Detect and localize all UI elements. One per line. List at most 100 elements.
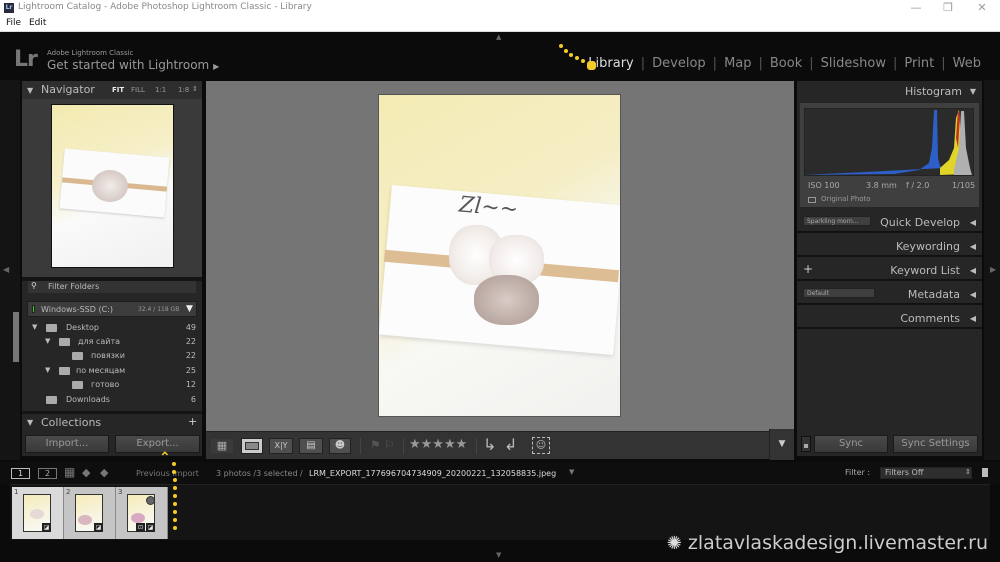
original-photo-label: Original Photo	[821, 195, 871, 203]
main-photo[interactable]: Zl~~	[378, 94, 621, 417]
export-button[interactable]: Export...	[115, 435, 200, 453]
add-keyword-icon[interactable]: +	[803, 262, 813, 276]
collapse-triangle-icon: ▼	[969, 87, 976, 96]
people-view-button[interactable]: ☻	[329, 438, 351, 454]
comments-panel-header[interactable]: Comments ◀	[797, 307, 982, 329]
folder-count: 22	[185, 337, 196, 346]
restore-button[interactable]: ❐	[938, 1, 958, 14]
quick-develop-preset-select[interactable]: Sparkling morn...	[803, 216, 871, 226]
right-panel-toggle-icon[interactable]: ▶	[990, 265, 996, 274]
window-titlebar: Lr Lightroom Catalog - Adobe Photoshop L…	[0, 0, 1000, 17]
source-label[interactable]: Previous Import	[136, 469, 199, 478]
histogram-header[interactable]: Histogram ▼	[797, 81, 982, 99]
metadata-preset-select[interactable]: Default	[803, 288, 875, 298]
folder-row-povyazki[interactable]: повязки 22	[22, 349, 202, 363]
forward-arrow-icon[interactable]: ◆	[100, 466, 108, 479]
quick-develop-panel-header[interactable]: Sparkling morn... Quick Develop ◀	[797, 211, 982, 233]
search-icon: ⚲	[31, 281, 37, 290]
folder-row-dlya-sayta[interactable]: ▼ для сайта 22	[22, 335, 202, 349]
close-button[interactable]: ✕	[972, 1, 992, 14]
volume-header[interactable]: Windows-SSD (C:) 32.4 / 118 GB ▼	[27, 301, 197, 317]
grid-icon[interactable]: ▦	[64, 465, 75, 479]
collapse-triangle-icon: ▼	[27, 86, 34, 95]
keywording-panel-header[interactable]: Keywording ◀	[797, 235, 982, 257]
expand-triangle-icon[interactable]: ▼	[45, 366, 50, 374]
module-map[interactable]: Map	[717, 56, 758, 71]
folder-row-gotovo[interactable]: готово 12	[22, 378, 202, 392]
module-book[interactable]: Book	[763, 56, 809, 71]
folder-row-downloads[interactable]: Downloads 6	[22, 393, 202, 407]
left-panel-scrollbar[interactable]	[13, 312, 19, 362]
filmstrip-thumb[interactable]: 3 ⊡ ◪	[116, 487, 168, 539]
grid-view-button[interactable]: ▦	[210, 438, 234, 454]
zoom-1-8[interactable]: 1:8	[178, 86, 189, 94]
module-print[interactable]: Print	[897, 56, 941, 71]
reject-flag-icon[interactable]: ⚐	[384, 438, 395, 452]
rotate-right-icon[interactable]: ↳	[483, 435, 496, 454]
folder-row-po-mesyatsam[interactable]: ▼ по месяцам 25	[22, 364, 202, 378]
auto-sync-toggle[interactable]	[801, 436, 811, 452]
folder-row-desktop[interactable]: ▼ Desktop 49	[22, 321, 202, 335]
zoom-fill[interactable]: FILL	[131, 86, 145, 94]
menu-edit[interactable]: Edit	[29, 18, 46, 28]
star-rating[interactable]: ★★★★★	[409, 437, 467, 452]
left-panel-toggle-icon[interactable]: ◀	[3, 265, 9, 274]
expand-triangle-icon[interactable]: ▼	[45, 337, 50, 345]
histogram-box[interactable]: ISO 100 3.8 mm f / 2.0 1/105 Original Ph…	[800, 103, 979, 207]
zoom-1-1[interactable]: 1:1	[155, 86, 166, 94]
module-develop[interactable]: Develop	[645, 56, 713, 71]
metadata-label: Metadata	[907, 288, 960, 301]
folder-name: готово	[91, 380, 120, 389]
zoom-stepper-icon[interactable]: ⇕	[192, 85, 198, 93]
people-face-icon[interactable]: ☺	[532, 437, 550, 454]
collections-title: Collections	[41, 416, 102, 429]
minimize-button[interactable]: —	[906, 1, 926, 14]
loupe-view-area[interactable]: Zl~~	[206, 81, 794, 431]
add-collection-icon[interactable]: +	[188, 415, 197, 428]
selected-filename[interactable]: LRM_EXPORT_177696704734909_20200221_1320…	[309, 469, 556, 478]
import-button[interactable]: Import...	[25, 435, 109, 453]
collections-header[interactable]: ▼ Collections +	[22, 414, 202, 432]
filter-select[interactable]: Filters Off	[880, 467, 972, 479]
filmstrip-thumb[interactable]: 1 ◪	[12, 487, 64, 539]
menu-file[interactable]: File	[6, 18, 21, 28]
pick-flag-icon[interactable]: ⚑	[370, 438, 381, 452]
get-started-link[interactable]: Get started with Lightroom ▶	[47, 58, 219, 72]
main-screen-button[interactable]: 1	[11, 468, 30, 479]
thumb-index: 1	[14, 488, 19, 496]
comments-label: Comments	[900, 312, 960, 325]
bottom-panel-toggle-icon[interactable]: ▼	[496, 551, 501, 559]
folder-icon	[72, 352, 83, 360]
sync-button[interactable]: Sync	[814, 435, 888, 453]
secondary-screen-button[interactable]: 2	[38, 468, 57, 479]
filmstrip-thumb[interactable]: 2 ◪	[64, 487, 116, 539]
navigator-preview[interactable]	[22, 99, 202, 277]
folder-name: Desktop	[66, 323, 99, 332]
folder-icon	[59, 367, 70, 375]
loupe-view-button[interactable]	[241, 438, 263, 454]
filter-lock-icon[interactable]	[982, 468, 988, 477]
thumb-index: 2	[66, 488, 71, 496]
filename-dropdown-icon[interactable]: ▼	[569, 468, 574, 476]
compare-view-button[interactable]: X|Y	[269, 438, 293, 454]
annotation-arrowhead-icon: ⌃	[159, 450, 171, 466]
expand-triangle-icon[interactable]: ▼	[32, 323, 37, 331]
top-panel-toggle-icon[interactable]: ▲	[496, 33, 501, 41]
module-web[interactable]: Web	[946, 56, 988, 71]
rotate-left-icon[interactable]: ↲	[504, 435, 517, 454]
app-icon: Lr	[4, 3, 14, 13]
navigator-header[interactable]: ▼ Navigator FIT FILL 1:1 1:8 ⇕	[22, 81, 202, 99]
right-panel: Histogram ▼ ISO 100 3.8 mm f / 2.0 1/105…	[797, 81, 982, 456]
metadata-panel-header[interactable]: Default Metadata ◀	[797, 283, 982, 305]
volume-dropdown-icon[interactable]: ▼	[186, 304, 193, 314]
module-slideshow[interactable]: Slideshow	[814, 56, 893, 71]
folder-count: 6	[190, 395, 196, 404]
back-arrow-icon[interactable]: ◆	[82, 466, 90, 479]
filter-folders-input[interactable]: ⚲ Filter Folders	[28, 281, 196, 293]
original-photo-checkbox[interactable]	[808, 197, 816, 203]
survey-view-button[interactable]: ▤	[299, 438, 323, 454]
keyword-list-panel-header[interactable]: + Keyword List ◀	[797, 259, 982, 281]
zoom-fit[interactable]: FIT	[112, 86, 124, 94]
sync-settings-button[interactable]: Sync Settings	[893, 435, 978, 453]
toolbar-options-dropdown-icon[interactable]: ▼	[769, 429, 794, 460]
